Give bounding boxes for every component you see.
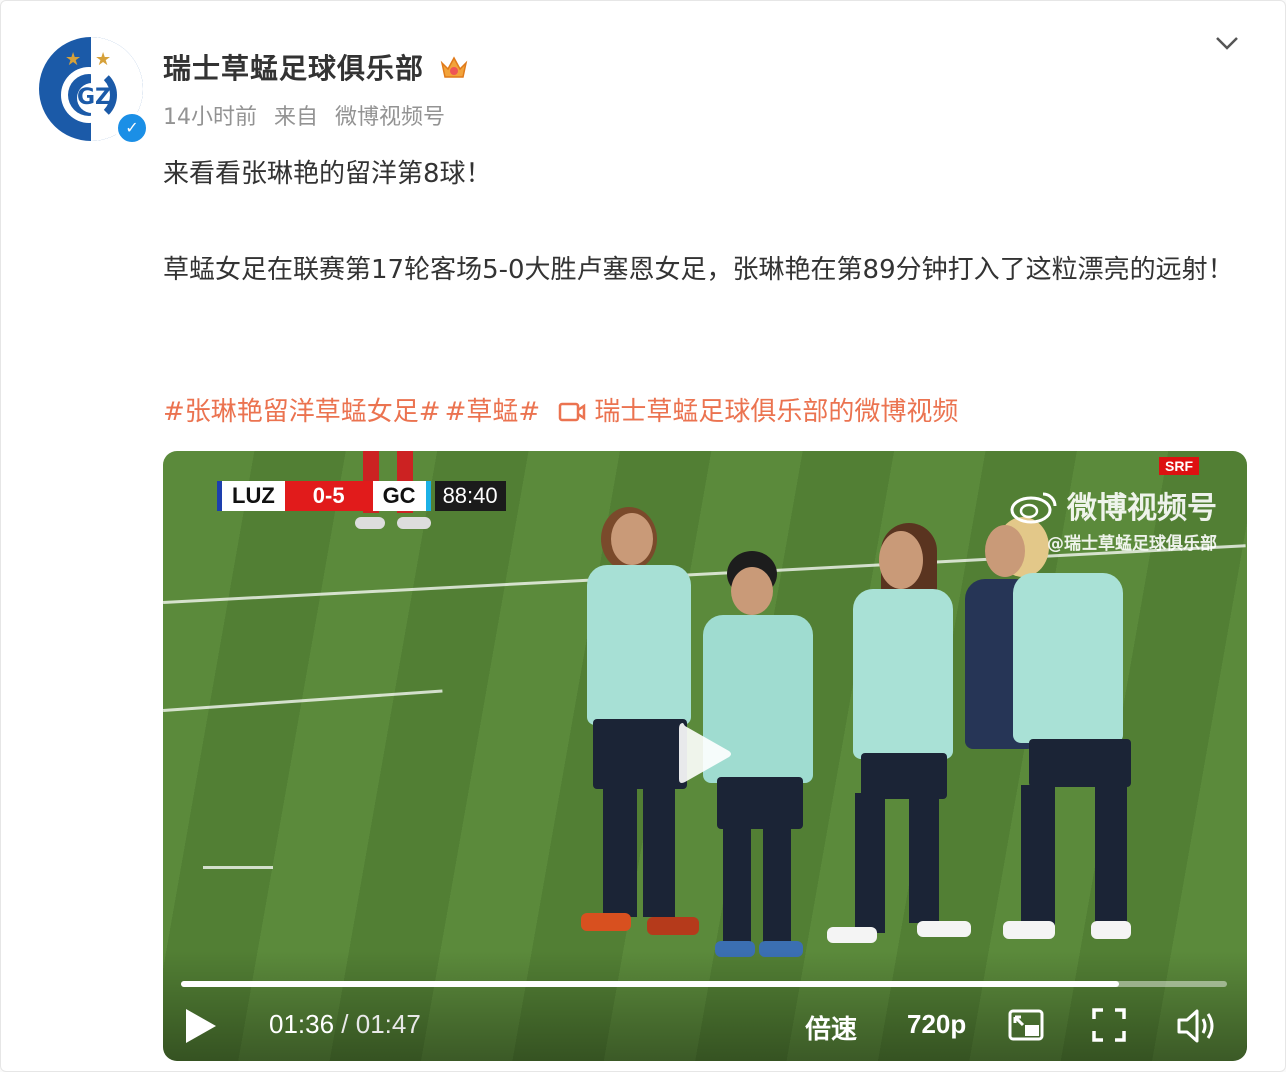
- post-source[interactable]: 微博视频号: [335, 105, 445, 130]
- scoreboard-away-team: GC: [372, 481, 431, 511]
- current-time: 01:36: [269, 1009, 335, 1039]
- chevron-down-icon[interactable]: [1213, 33, 1241, 53]
- hashtag-link[interactable]: #张琳艳留洋草蜢女足#: [163, 397, 441, 427]
- time-separator: /: [334, 1009, 356, 1039]
- post-time: 14小时前: [163, 105, 257, 130]
- avatar[interactable]: GZ ★ ★ ✓: [39, 37, 149, 145]
- author-name[interactable]: 瑞士草蜢足球俱乐部: [163, 47, 424, 87]
- post-from-label: 来自: [274, 105, 319, 130]
- video-link[interactable]: 瑞士草蜢足球俱乐部的微博视频: [594, 397, 958, 427]
- watermark-sub: @瑞士草蜢足球俱乐部: [1047, 534, 1217, 554]
- progress-fill: [181, 981, 1120, 987]
- video-link-icon: [559, 402, 586, 422]
- scoreboard-clock: 88:40: [434, 481, 506, 511]
- pip-icon[interactable]: [1007, 1007, 1045, 1043]
- time-display: 01:36 / 01:47: [269, 1009, 421, 1040]
- play-icon[interactable]: [675, 719, 735, 789]
- scoreboard-home-team: LUZ: [217, 481, 285, 511]
- crown-icon: [440, 56, 468, 78]
- fullscreen-icon[interactable]: [1091, 1007, 1127, 1043]
- weibo-logo-icon: [1010, 492, 1057, 524]
- post-text-line1: 来看看张琳艳的留洋第8球！: [163, 159, 492, 189]
- watermark-main: 微博视频号: [1067, 491, 1217, 526]
- broadcaster-logo: SRF: [1159, 457, 1199, 475]
- quality-button[interactable]: 720p: [907, 1009, 966, 1040]
- weibo-post-card: GZ ★ ★ ✓ 瑞士草蜢足球俱乐部 14小时前 来自 微博视频号 来看看张琳艳…: [0, 0, 1286, 1072]
- video-watermark: 微博视频号 @瑞士草蜢足球俱乐部: [1009, 483, 1217, 554]
- hashtag-link[interactable]: #草蜢#: [445, 397, 541, 427]
- video-player[interactable]: LUZ 0-5 GC 88:40 SRF 微博视频号 @瑞士草蜢足球俱乐部 01…: [163, 451, 1247, 1061]
- post-meta: 14小时前 来自 微博视频号: [163, 99, 455, 131]
- hashtag-row: #张琳艳留洋草蜢女足# #草蜢# 瑞士草蜢足球俱乐部的微博视频: [163, 391, 962, 428]
- duration: 01:47: [355, 1009, 421, 1039]
- progress-bar[interactable]: [181, 981, 1227, 987]
- play-icon[interactable]: [183, 1007, 219, 1045]
- scoreboard: LUZ 0-5 GC 88:40: [217, 481, 506, 511]
- speed-button[interactable]: 倍速: [805, 1009, 857, 1046]
- scoreboard-score: 0-5: [284, 481, 373, 511]
- volume-icon[interactable]: [1175, 1007, 1219, 1045]
- post-text-body: 草蜢女足在联赛第17轮客场5-0大胜卢塞恩女足，张琳艳在第89分钟打入了这粒漂亮…: [163, 255, 1234, 285]
- verified-icon: ✓: [115, 111, 149, 145]
